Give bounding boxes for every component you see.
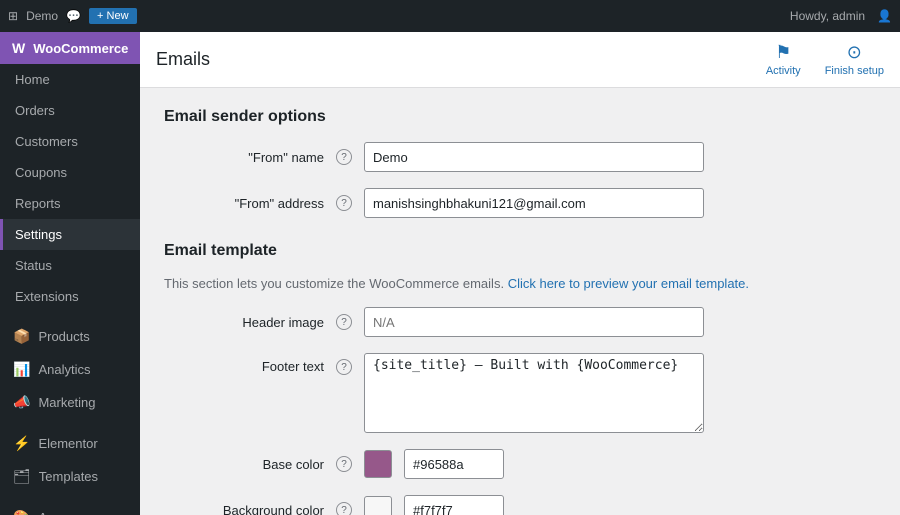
woo-logo-icon: W: [12, 40, 25, 56]
sidebar-label-status: Status: [15, 258, 52, 273]
sidebar-label-extensions: Extensions: [15, 289, 79, 304]
wp-icon[interactable]: ⊞: [8, 9, 18, 23]
sidebar-item-appearance[interactable]: 🎨 Appearance: [0, 501, 140, 515]
site-name[interactable]: Demo: [26, 9, 58, 23]
sender-options-section: Email sender options "From" name ? "From…: [164, 108, 876, 218]
finish-setup-icon: ⊙: [847, 42, 862, 63]
template-section: Email template This section lets you cus…: [164, 242, 876, 515]
bg-color-help-icon[interactable]: ?: [336, 502, 352, 515]
finish-setup-label: Finish setup: [825, 65, 884, 77]
template-desc: This section lets you customize the WooC…: [164, 276, 876, 291]
layout: W WooCommerce Home Orders Customers Coup…: [0, 32, 900, 515]
activity-button[interactable]: ⚑ Activity: [766, 42, 801, 77]
sidebar-label-marketing: Marketing: [38, 395, 95, 410]
sidebar-label-elementor: Elementor: [38, 436, 97, 451]
sidebar-item-coupons[interactable]: Coupons: [0, 157, 140, 188]
sidebar-label-settings: Settings: [15, 227, 62, 242]
sidebar-label-coupons: Coupons: [15, 165, 67, 180]
sidebar-item-marketing[interactable]: 📣 Marketing: [0, 386, 140, 419]
comment-icon[interactable]: 💬: [66, 9, 81, 23]
sidebar-logo-text: WooCommerce: [33, 41, 128, 56]
main: Emails ⚑ Activity ⊙ Finish setup Email s…: [140, 32, 900, 515]
sidebar-item-customers[interactable]: Customers: [0, 126, 140, 157]
sidebar-item-status[interactable]: Status: [0, 250, 140, 281]
from-address-help-icon[interactable]: ?: [336, 195, 352, 211]
sidebar-label-products: Products: [38, 329, 89, 344]
sidebar-item-templates[interactable]: 🗂 Templates: [0, 460, 140, 493]
from-address-input[interactable]: [364, 188, 704, 218]
howdy-text: Howdy, admin: [790, 9, 865, 23]
sidebar-label-templates: Templates: [39, 469, 98, 484]
base-color-input[interactable]: [404, 449, 504, 479]
template-section-title: Email template: [164, 242, 876, 260]
bg-color-swatch[interactable]: [364, 496, 392, 515]
footer-text-label: Footer text: [164, 353, 324, 374]
preview-template-link[interactable]: Click here to preview your email templat…: [508, 276, 749, 291]
activity-label: Activity: [766, 65, 801, 77]
activity-icon: ⚑: [775, 42, 791, 63]
analytics-icon: 📊: [13, 361, 30, 378]
header-image-help-icon[interactable]: ?: [336, 314, 352, 330]
sidebar-item-elementor[interactable]: ⚡ Elementor: [0, 427, 140, 460]
page-title: Emails: [156, 49, 210, 70]
marketing-icon: 📣: [13, 394, 30, 411]
sidebar-label-appearance: Appearance: [38, 510, 108, 515]
from-name-label: "From" name: [164, 150, 324, 165]
header-image-label: Header image: [164, 315, 324, 330]
bg-color-label: Background color: [164, 503, 324, 515]
base-color-help-icon[interactable]: ?: [336, 456, 352, 472]
top-bar-left: ⊞ Demo 💬 + New: [8, 8, 137, 24]
bg-color-input[interactable]: [404, 495, 504, 515]
sidebar-item-orders[interactable]: Orders: [0, 95, 140, 126]
products-icon: 📦: [13, 328, 30, 345]
base-color-swatch[interactable]: [364, 450, 392, 478]
templates-icon: 🗂: [13, 468, 31, 485]
sidebar-item-settings[interactable]: Settings: [0, 219, 140, 250]
page-header: Emails ⚑ Activity ⊙ Finish setup: [140, 32, 900, 88]
sidebar-item-extensions[interactable]: Extensions: [0, 281, 140, 312]
bg-color-row: Background color ?: [164, 495, 876, 515]
sidebar-label-reports: Reports: [15, 196, 61, 211]
from-name-row: "From" name ?: [164, 142, 876, 172]
sidebar: W WooCommerce Home Orders Customers Coup…: [0, 32, 140, 515]
header-actions: ⚑ Activity ⊙ Finish setup: [766, 42, 884, 77]
appearance-icon: 🎨: [13, 509, 30, 515]
avatar-icon: 👤: [877, 9, 892, 23]
top-bar: ⊞ Demo 💬 + New Howdy, admin 👤: [0, 0, 900, 32]
sidebar-item-analytics[interactable]: 📊 Analytics: [0, 353, 140, 386]
sidebar-item-reports[interactable]: Reports: [0, 188, 140, 219]
finish-setup-button[interactable]: ⊙ Finish setup: [825, 42, 884, 77]
footer-text-input[interactable]: {site_title} — Built with {WooCommerce}: [364, 353, 704, 433]
from-address-label: "From" address: [164, 196, 324, 211]
footer-text-row: Footer text ? {site_title} — Built with …: [164, 353, 876, 433]
header-image-row: Header image ?: [164, 307, 876, 337]
sidebar-label-customers: Customers: [15, 134, 78, 149]
from-name-input[interactable]: [364, 142, 704, 172]
sidebar-label-orders: Orders: [15, 103, 55, 118]
from-address-row: "From" address ?: [164, 188, 876, 218]
base-color-row: Base color ?: [164, 449, 876, 479]
elementor-icon: ⚡: [13, 435, 30, 452]
sidebar-label-home: Home: [15, 72, 50, 87]
base-color-label: Base color: [164, 457, 324, 472]
sidebar-logo[interactable]: W WooCommerce: [0, 32, 140, 64]
sidebar-item-products[interactable]: 📦 Products: [0, 320, 140, 353]
sender-section-title: Email sender options: [164, 108, 876, 126]
new-button[interactable]: + New: [89, 8, 137, 24]
sidebar-label-analytics: Analytics: [38, 362, 90, 377]
sidebar-item-home[interactable]: Home: [0, 64, 140, 95]
footer-text-help-icon[interactable]: ?: [336, 359, 352, 375]
header-image-input[interactable]: [364, 307, 704, 337]
from-name-help-icon[interactable]: ?: [336, 149, 352, 165]
top-bar-right: Howdy, admin 👤: [790, 9, 892, 23]
content-area: Email sender options "From" name ? "From…: [140, 88, 900, 515]
